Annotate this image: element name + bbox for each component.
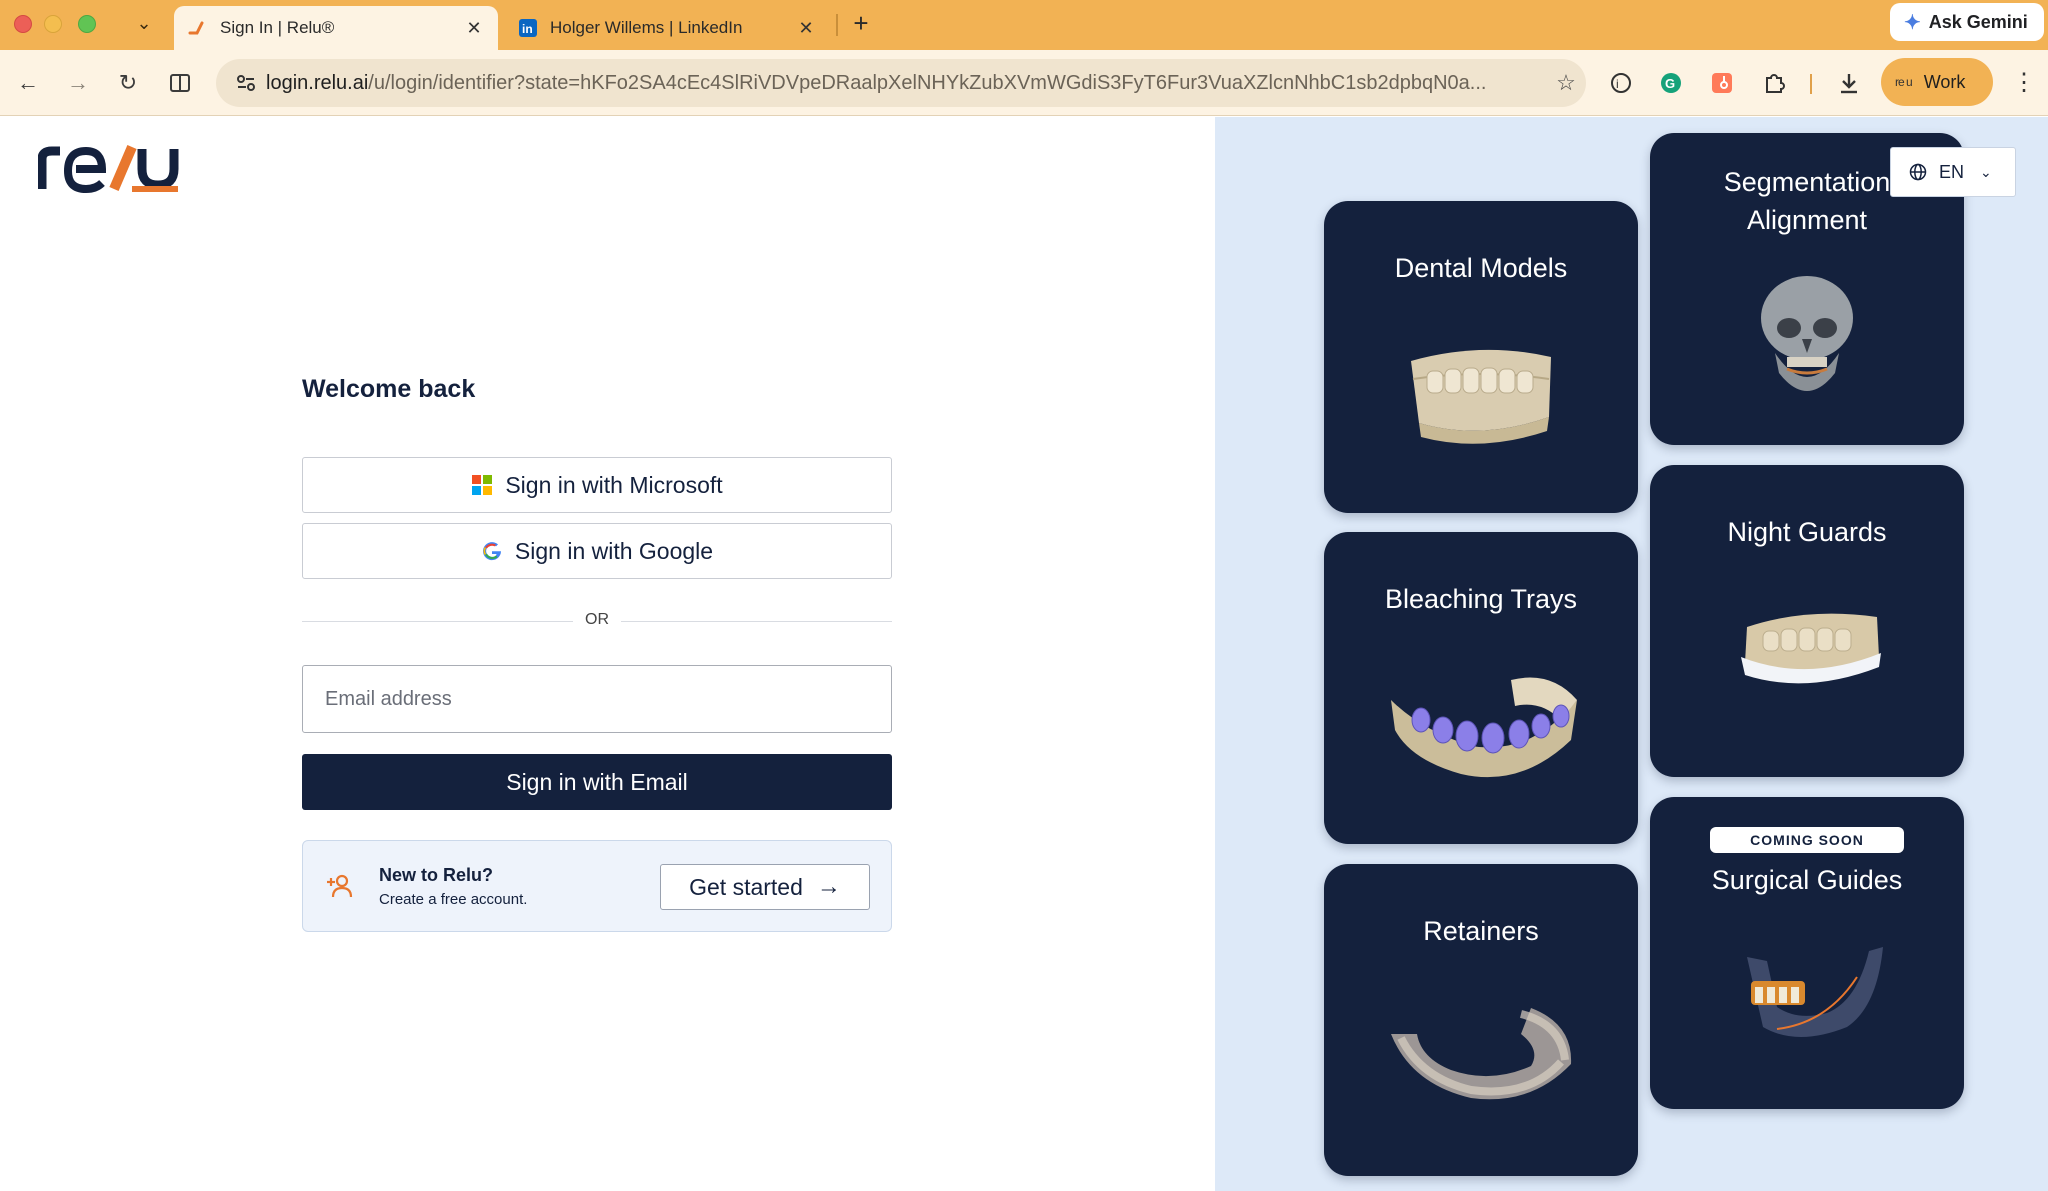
tab-search-chevron-icon[interactable]: ⌄ <box>132 10 156 36</box>
linkedin-favicon-icon: in <box>518 18 538 38</box>
sign-in-email-button[interactable]: Sign in with Email <box>302 754 892 810</box>
product-card-dental-models: Dental Models <box>1324 201 1638 513</box>
google-logo-icon <box>481 540 503 562</box>
retainer-image <box>1391 1008 1572 1100</box>
skull-image <box>1761 276 1853 391</box>
ask-gemini-button[interactable]: ✦ Ask Gemini <box>1890 3 2044 41</box>
surgical-guide-image <box>1747 947 1883 1037</box>
night-guard-image <box>1741 613 1881 684</box>
hubspot-icon[interactable] <box>1709 70 1735 96</box>
relu-favicon-icon <box>188 18 208 38</box>
download-icon[interactable] <box>1836 70 1862 96</box>
profile-button[interactable]: re u Work <box>1881 58 1993 106</box>
email-field[interactable] <box>302 665 892 733</box>
relu-logo <box>38 145 179 194</box>
signup-subtitle: Create a free account. <box>379 891 528 908</box>
add-user-icon <box>327 874 353 898</box>
close-tab-icon[interactable]: ✕ <box>796 18 816 38</box>
toolbar-separator <box>1810 74 1812 94</box>
page-title: Welcome back <box>302 375 476 403</box>
grammarly-icon[interactable]: G <box>1658 70 1684 96</box>
arrow-right-icon: → <box>816 873 841 900</box>
sign-in-google-button[interactable]: Sign in with Google <box>302 523 892 579</box>
url-host: login.relu.ai <box>266 71 369 94</box>
profile-logo: re u <box>1895 75 1913 89</box>
star-icon[interactable]: ☆ <box>1546 70 1586 96</box>
product-title: Night Guards <box>1727 517 1887 547</box>
or-divider: OR <box>302 611 892 631</box>
language-label: EN <box>1939 161 1965 182</box>
reload-icon[interactable]: ↻ <box>112 67 144 99</box>
product-card-retainers: Retainers <box>1324 864 1638 1176</box>
sign-in-google-label: Sign in with Google <box>514 537 714 564</box>
or-label: OR <box>573 611 621 628</box>
svg-text:i: i <box>1616 77 1619 91</box>
address-bar[interactable]: login.relu.ai/u/login/identifier?state=h… <box>216 59 1586 107</box>
browser-tab-bar: ⌄ Sign In | Relu® ✕ in Holger Willems | … <box>0 0 2048 50</box>
product-card-night-guards: Night Guards <box>1650 465 1964 777</box>
dental-model-image <box>1411 349 1551 444</box>
login-page: Welcome back Sign in with Microsoft Sign… <box>0 117 2048 1191</box>
chevron-down-icon: ⌄ <box>1980 163 1992 180</box>
signup-title: New to Relu? <box>379 865 494 885</box>
coming-soon-badge: COMING SOON <box>1710 827 1904 853</box>
microsoft-logo-icon <box>471 474 493 496</box>
gemini-sparkle-icon: ✦ <box>1904 11 1921 34</box>
url-path: /u/login/identifier?state=hKFo2SA4cEc4Sl… <box>368 71 1487 94</box>
bleaching-tray-image <box>1391 677 1577 778</box>
minimize-window-button[interactable] <box>44 15 62 33</box>
svg-text:in: in <box>522 22 533 36</box>
forward-icon[interactable]: → <box>62 67 94 99</box>
get-started-button[interactable]: Get started → <box>660 864 870 910</box>
signup-card: New to Relu? Create a free account. Get … <box>302 840 892 932</box>
tab-title: Holger Willems | LinkedIn <box>550 18 743 37</box>
tab-separator <box>836 14 838 36</box>
product-title: Bleaching Trays <box>1384 584 1578 614</box>
more-icon[interactable]: ⋮ <box>2010 67 2038 99</box>
svg-text:G: G <box>1665 76 1675 91</box>
puzzle-icon[interactable] <box>1761 70 1787 96</box>
profile-label: Work <box>1923 71 1966 92</box>
product-title: Retainers <box>1423 916 1539 946</box>
product-title: Dental Models <box>1394 253 1568 283</box>
new-tab-button[interactable]: + <box>846 8 876 38</box>
tab-title: Sign In | Relu® <box>220 18 335 37</box>
close-window-button[interactable] <box>14 15 32 33</box>
ask-gemini-label: Ask Gemini <box>1928 11 2028 32</box>
extension-icon[interactable]: i <box>1608 70 1634 96</box>
url-text[interactable]: login.relu.ai/u/login/identifier?state=h… <box>266 72 1546 95</box>
tab-relu-sign-in[interactable]: Sign In | Relu® ✕ <box>174 6 498 50</box>
tab-linkedin[interactable]: in Holger Willems | LinkedIn ✕ <box>506 6 828 50</box>
globe-icon <box>1909 163 1939 181</box>
language-selector[interactable]: EN ⌄ <box>1890 147 2016 197</box>
split-view-icon[interactable] <box>164 67 196 99</box>
close-tab-icon[interactable]: ✕ <box>464 18 484 38</box>
sign-in-microsoft-button[interactable]: Sign in with Microsoft <box>302 457 892 513</box>
product-title: Surgical Guides <box>1711 865 1903 895</box>
login-panel: Welcome back Sign in with Microsoft Sign… <box>0 117 1215 1191</box>
sign-in-microsoft-label: Sign in with Microsoft <box>505 471 723 498</box>
product-title-line: Alignment <box>1746 205 1868 235</box>
site-settings-icon[interactable] <box>226 59 266 107</box>
get-started-label: Get started <box>689 873 803 900</box>
product-showcase: Dental Models Segmentation Alignment Ble… <box>1215 117 2048 1191</box>
browser-toolbar: ← → ↻ login.relu.ai/u/login/identifier?s… <box>0 50 2048 116</box>
back-icon[interactable]: ← <box>12 67 44 99</box>
product-card-bleaching-trays: Bleaching Trays <box>1324 532 1638 844</box>
product-card-surgical-guides: COMING SOON Surgical Guides <box>1650 797 1964 1109</box>
maximize-window-button[interactable] <box>78 15 96 33</box>
